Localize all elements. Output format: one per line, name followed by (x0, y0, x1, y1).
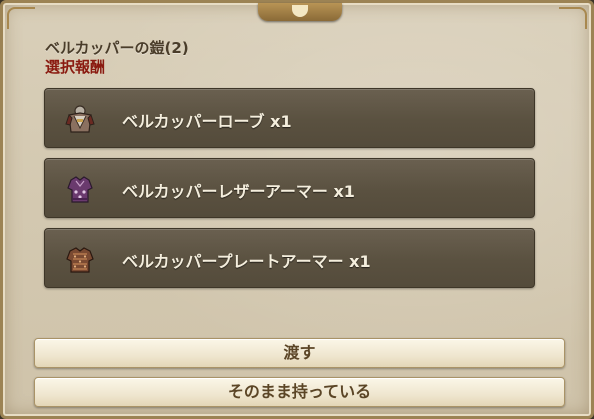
corner-ornament-icon (7, 7, 35, 29)
reward-dialog: ベルカッパーの鎧(2) 選択報酬 ベルカッパーローブ x1 ベルカッパーレザーア… (0, 0, 594, 419)
reward-option-leather-armor[interactable]: ベルカッパーレザーアーマー x1 (44, 158, 535, 218)
reward-option-plate-armor[interactable]: ベルカッパープレートアーマー x1 (44, 228, 535, 288)
reward-label: ベルカッパープレートアーマー x1 (122, 252, 371, 271)
reward-label: ベルカッパーローブ x1 (122, 112, 292, 131)
robe-icon (63, 102, 97, 136)
reward-option-robe[interactable]: ベルカッパーローブ x1 (44, 88, 535, 148)
dialog-title: ベルカッパーの鎧(2) (45, 39, 189, 57)
plate-armor-icon (63, 242, 97, 276)
leather-armor-icon (63, 172, 97, 206)
dialog-subtitle: 選択報酬 (45, 58, 106, 76)
keep-button[interactable]: そのまま持っている (34, 377, 565, 407)
reward-label: ベルカッパーレザーアーマー x1 (122, 182, 355, 201)
give-button[interactable]: 渡す (34, 338, 565, 368)
ornament-icon (258, 3, 342, 21)
corner-ornament-icon (559, 7, 587, 29)
